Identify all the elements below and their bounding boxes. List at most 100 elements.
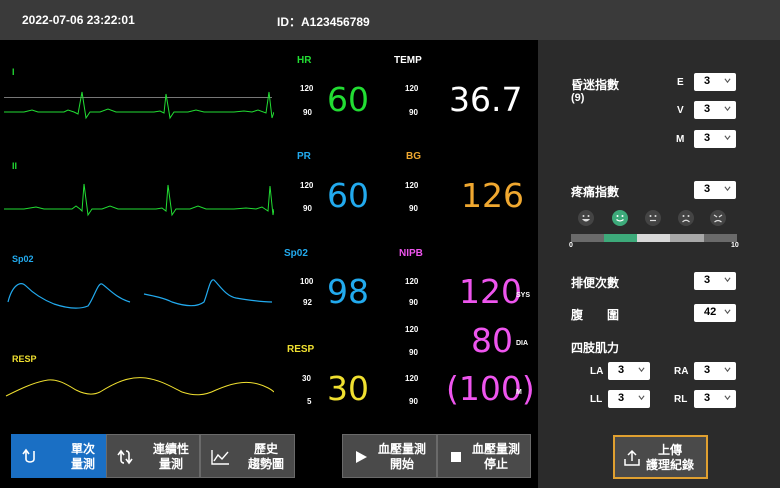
chevron-down-icon bbox=[724, 277, 731, 283]
single-measure-button[interactable]: 單次 量測 bbox=[11, 434, 106, 478]
nipb-sys-low-limit: 90 bbox=[409, 298, 418, 307]
ecg-lead-ii-waveform bbox=[4, 183, 274, 217]
resp-wave-label: RESP bbox=[12, 354, 37, 364]
resp-label: RESP bbox=[287, 344, 315, 355]
nipb-sys-unit: SYS bbox=[516, 292, 531, 299]
chevron-down-icon bbox=[724, 106, 731, 112]
ecg-lead-ii-label: II bbox=[12, 161, 18, 171]
play-icon bbox=[356, 451, 367, 463]
abdomen-girth-select[interactable]: 42 bbox=[694, 304, 736, 322]
laughing-face-icon[interactable] bbox=[578, 210, 594, 226]
hr-low-limit: 90 bbox=[303, 108, 312, 117]
spo2-high-limit: 100 bbox=[300, 277, 314, 286]
chevron-down-icon bbox=[638, 367, 645, 373]
pain-scale-select[interactable]: 3 bbox=[694, 181, 736, 199]
history-trend-button[interactable]: 歷史 趨勢圖 bbox=[200, 434, 295, 478]
coma-scale-label: 昏迷指數 bbox=[571, 78, 620, 92]
stop-icon bbox=[451, 452, 461, 462]
temp-low-limit: 90 bbox=[409, 108, 418, 117]
pain-scale-label: 疼痛指數 bbox=[571, 185, 620, 199]
pain-scale-bar bbox=[571, 234, 737, 242]
nipb-m-low-limit: 90 bbox=[409, 397, 418, 406]
bp-stop-label: 血壓量測 停止 bbox=[471, 442, 520, 471]
chevron-down-icon bbox=[724, 367, 731, 373]
pr-high-limit: 120 bbox=[300, 181, 314, 190]
nipb-m-unit: M bbox=[516, 389, 522, 396]
coma-v-label: V bbox=[677, 105, 684, 116]
coma-e-label: E bbox=[677, 77, 684, 88]
temp-value: 36.7 bbox=[449, 80, 523, 119]
coma-v-select[interactable]: 3 bbox=[694, 101, 736, 119]
nipb-dia-unit: DIA bbox=[516, 340, 529, 347]
bg-low-limit: 90 bbox=[409, 204, 418, 213]
nipb-label: NIPB bbox=[399, 248, 423, 259]
ecg-lead-i-label: I bbox=[12, 67, 15, 77]
patient-id-label: ID：A123456789 bbox=[277, 15, 370, 29]
smile-face-icon[interactable] bbox=[612, 210, 628, 226]
coma-m-select[interactable]: 3 bbox=[694, 130, 736, 148]
ll-select[interactable]: 3 bbox=[608, 390, 650, 408]
la-label: LA bbox=[590, 366, 604, 377]
chevron-down-icon bbox=[724, 309, 731, 315]
coma-m-label: M bbox=[676, 134, 685, 145]
ra-select[interactable]: 3 bbox=[694, 362, 736, 380]
vital-monitor: I II Sp02 RESP HR 120 90 60 TEMP 120 90 … bbox=[0, 40, 538, 488]
bp-stop-button[interactable]: 血壓量測 停止 bbox=[437, 434, 531, 478]
sad-face-icon[interactable] bbox=[678, 210, 694, 226]
crying-face-icon[interactable] bbox=[710, 210, 726, 226]
nipb-dia-value: 80 bbox=[471, 321, 513, 360]
hr-label: HR bbox=[297, 55, 312, 66]
coma-scale-total: (9) bbox=[571, 92, 585, 104]
continuous-measure-button[interactable]: 連續性 量測 bbox=[106, 434, 200, 478]
resp-value: 30 bbox=[327, 369, 369, 408]
pain-scale-min: 0 bbox=[569, 242, 573, 249]
ra-label: RA bbox=[674, 366, 689, 377]
bp-start-button[interactable]: 血壓量測 開始 bbox=[342, 434, 437, 478]
pr-label: PR bbox=[297, 151, 311, 162]
bp-start-label: 血壓量測 開始 bbox=[377, 442, 426, 471]
chevron-down-icon bbox=[724, 135, 731, 141]
chevron-down-icon bbox=[638, 395, 645, 401]
history-trend-label: 歷史 趨勢圖 bbox=[247, 442, 284, 471]
resp-high-limit: 30 bbox=[302, 374, 311, 383]
hr-value: 60 bbox=[327, 80, 369, 119]
nursing-assessment-panel: 昏迷指數 (9) E 3 V 3 M 3 疼痛指數 3 0 10 排便次數 3 … bbox=[538, 40, 780, 488]
neutral-face-icon[interactable] bbox=[645, 210, 661, 226]
upload-nursing-record-button[interactable]: 上傳 護理紀錄 bbox=[613, 435, 708, 479]
nipb-m-high-limit: 120 bbox=[405, 374, 419, 383]
pain-scale-max: 10 bbox=[731, 242, 739, 249]
bg-high-limit: 120 bbox=[405, 181, 419, 190]
temp-high-limit: 120 bbox=[405, 84, 419, 93]
resp-waveform bbox=[5, 377, 274, 397]
pr-value: 60 bbox=[327, 176, 369, 215]
ecg-lead-i-waveform bbox=[4, 91, 274, 120]
nipb-sys-value: 120 bbox=[459, 272, 522, 311]
bg-label: BG bbox=[406, 151, 421, 162]
continuous-measure-label: 連續性 量測 bbox=[152, 442, 189, 471]
spo2-low-limit: 92 bbox=[303, 298, 312, 307]
datetime-label: 2022-07-06 23:22:01 bbox=[22, 13, 135, 27]
bowel-count-label: 排便次數 bbox=[571, 276, 620, 290]
abdomen-girth-label: 腹 圍 bbox=[571, 308, 620, 322]
upload-label: 上傳 護理紀錄 bbox=[646, 443, 695, 472]
coma-e-select[interactable]: 3 bbox=[694, 73, 736, 91]
pain-faces bbox=[576, 210, 736, 232]
single-measure-label: 單次 量測 bbox=[70, 442, 95, 471]
rl-label: RL bbox=[674, 394, 688, 405]
nipb-sys-high-limit: 120 bbox=[405, 277, 419, 286]
bowel-count-select[interactable]: 3 bbox=[694, 272, 736, 290]
spo2-label: Sp02 bbox=[284, 248, 308, 259]
single-cycle-icon bbox=[22, 448, 35, 463]
trend-chart-icon bbox=[211, 450, 229, 465]
rl-select[interactable]: 3 bbox=[694, 390, 736, 408]
bg-value: 126 bbox=[461, 176, 524, 215]
spo2-waveform bbox=[7, 279, 273, 309]
repeat-icon bbox=[117, 449, 133, 465]
spo2-value: 98 bbox=[327, 272, 369, 311]
la-select[interactable]: 3 bbox=[608, 362, 650, 380]
spo2-wave-label: Sp02 bbox=[12, 254, 34, 264]
chevron-down-icon bbox=[724, 78, 731, 84]
chevron-down-icon bbox=[724, 186, 731, 192]
limb-strength-label: 四肢肌力 bbox=[571, 341, 620, 355]
resp-low-limit: 5 bbox=[307, 397, 312, 406]
